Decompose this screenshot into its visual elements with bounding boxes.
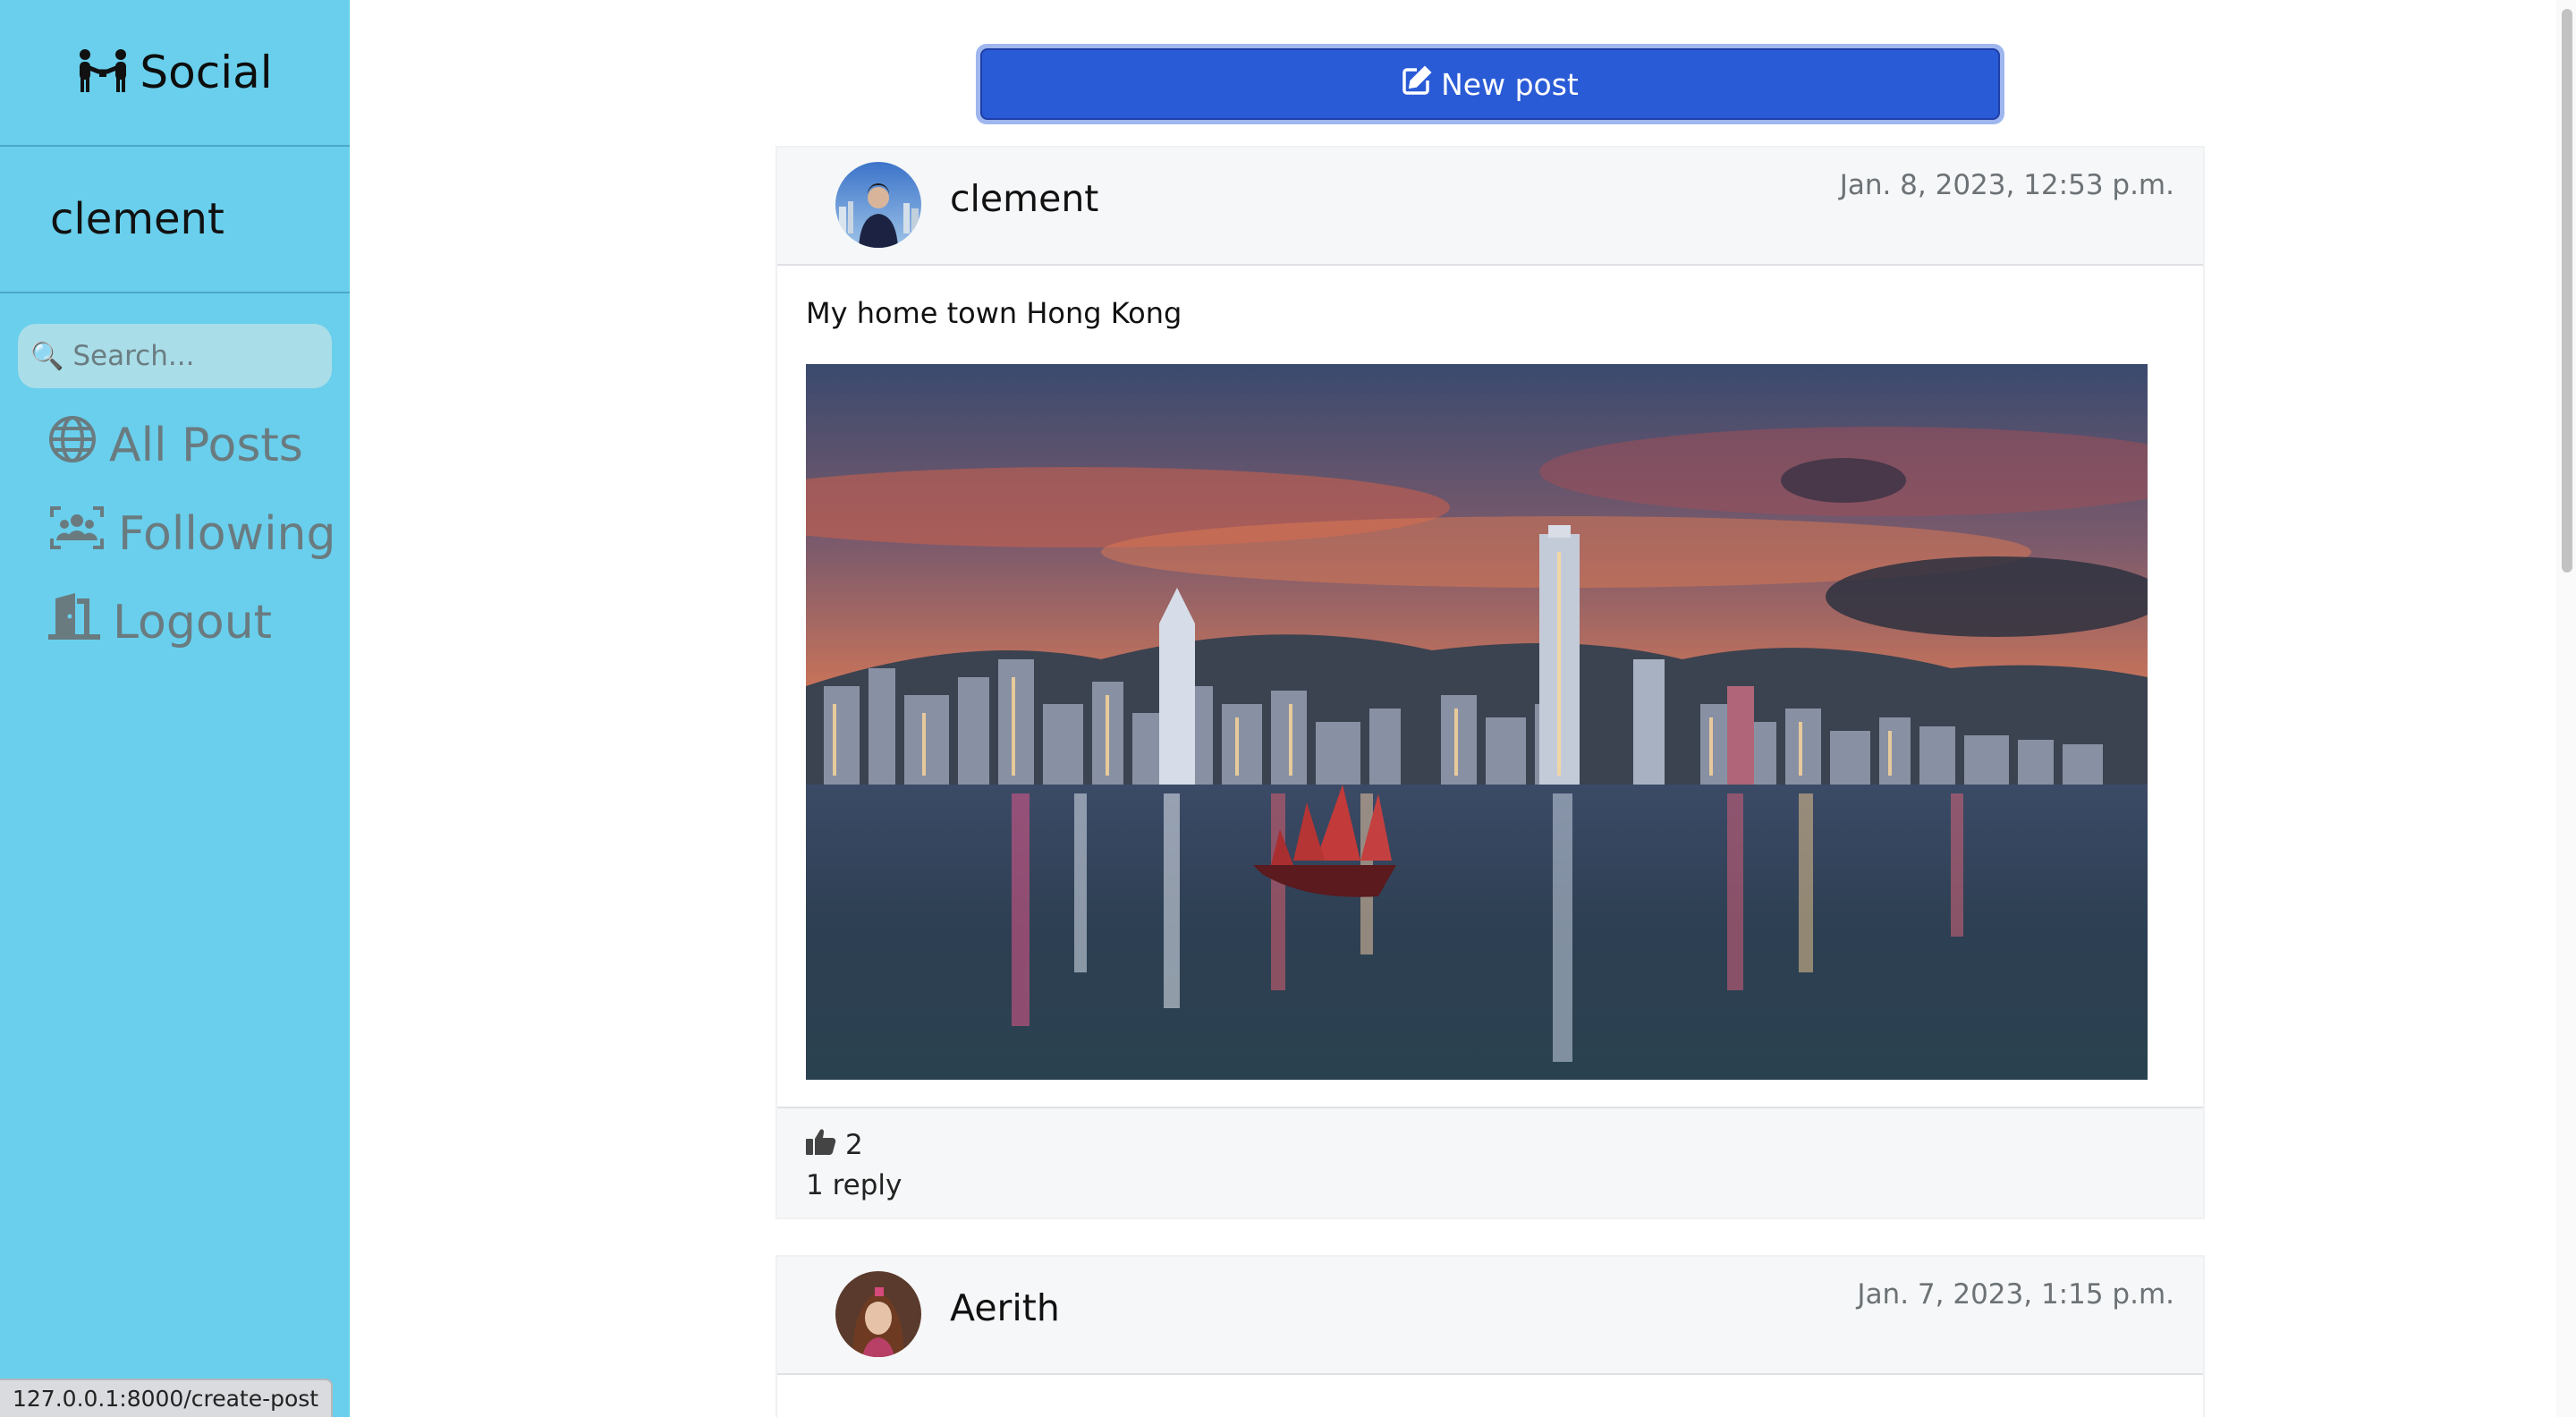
sidebar-item-following[interactable]: Following: [0, 489, 350, 578]
post-timestamp: Jan. 8, 2023, 12:53 p.m.: [1839, 169, 2174, 201]
post-card: clement Jan. 8, 2023, 12:53 p.m. My home…: [775, 146, 2205, 1219]
sidebar: Social clement 🔍 All Posts: [0, 0, 350, 1417]
post-author[interactable]: clement: [950, 177, 1098, 220]
edit-icon: [1402, 65, 1432, 103]
post-timestamp: Jan. 7, 2023, 1:15 p.m.: [1857, 1278, 2174, 1311]
search-box: 🔍: [18, 324, 332, 388]
post-footer: 2 1 reply: [777, 1107, 2203, 1218]
new-post-button[interactable]: New post: [980, 48, 2000, 120]
scrollbar-track[interactable]: [2556, 0, 2576, 1417]
new-post-focus-ring: New post: [976, 44, 2004, 124]
search-icon: 🔍: [30, 340, 64, 372]
post-image: [806, 364, 2148, 1080]
door-icon: [48, 593, 100, 651]
sidebar-item-label: All Posts: [109, 418, 303, 472]
sidebar-nav: All Posts Following Logout: [0, 401, 350, 666]
sidebar-item-label: Following: [118, 506, 336, 561]
scrollbar-thumb[interactable]: [2562, 9, 2572, 573]
sidebar-item-all-posts[interactable]: All Posts: [0, 401, 350, 489]
people-icon: [77, 48, 129, 97]
post-text: My home town Hong Kong: [806, 296, 1182, 330]
new-post-label: New post: [1441, 66, 1579, 102]
brand-name: Social: [140, 47, 273, 98]
post-header: clement Jan. 8, 2023, 12:53 p.m.: [777, 148, 2203, 266]
user-block: clement: [0, 147, 350, 293]
users-icon: [48, 505, 106, 563]
like-button[interactable]: 2: [806, 1128, 2174, 1162]
brand[interactable]: Social: [0, 0, 350, 147]
sidebar-username[interactable]: clement: [50, 194, 225, 244]
avatar[interactable]: [835, 1271, 921, 1357]
sidebar-item-label: Logout: [113, 595, 273, 649]
search-input[interactable]: [71, 339, 317, 373]
post-card: Aerith Jan. 7, 2023, 1:15 p.m.: [775, 1255, 2205, 1417]
reply-count-link[interactable]: 1 reply: [806, 1169, 2174, 1201]
thumbs-up-icon: [806, 1128, 836, 1162]
status-url: 127.0.0.1:8000/create-post: [13, 1386, 319, 1412]
sidebar-item-logout[interactable]: Logout: [0, 578, 350, 666]
avatar[interactable]: [835, 162, 921, 248]
post-header: Aerith Jan. 7, 2023, 1:15 p.m.: [777, 1257, 2203, 1375]
browser-status-bar: 127.0.0.1:8000/create-post: [0, 1379, 334, 1417]
post-author[interactable]: Aerith: [950, 1286, 1060, 1329]
globe-icon: [48, 415, 97, 475]
like-count: 2: [845, 1129, 863, 1161]
post-body: My home town Hong Kong: [777, 266, 2203, 1107]
